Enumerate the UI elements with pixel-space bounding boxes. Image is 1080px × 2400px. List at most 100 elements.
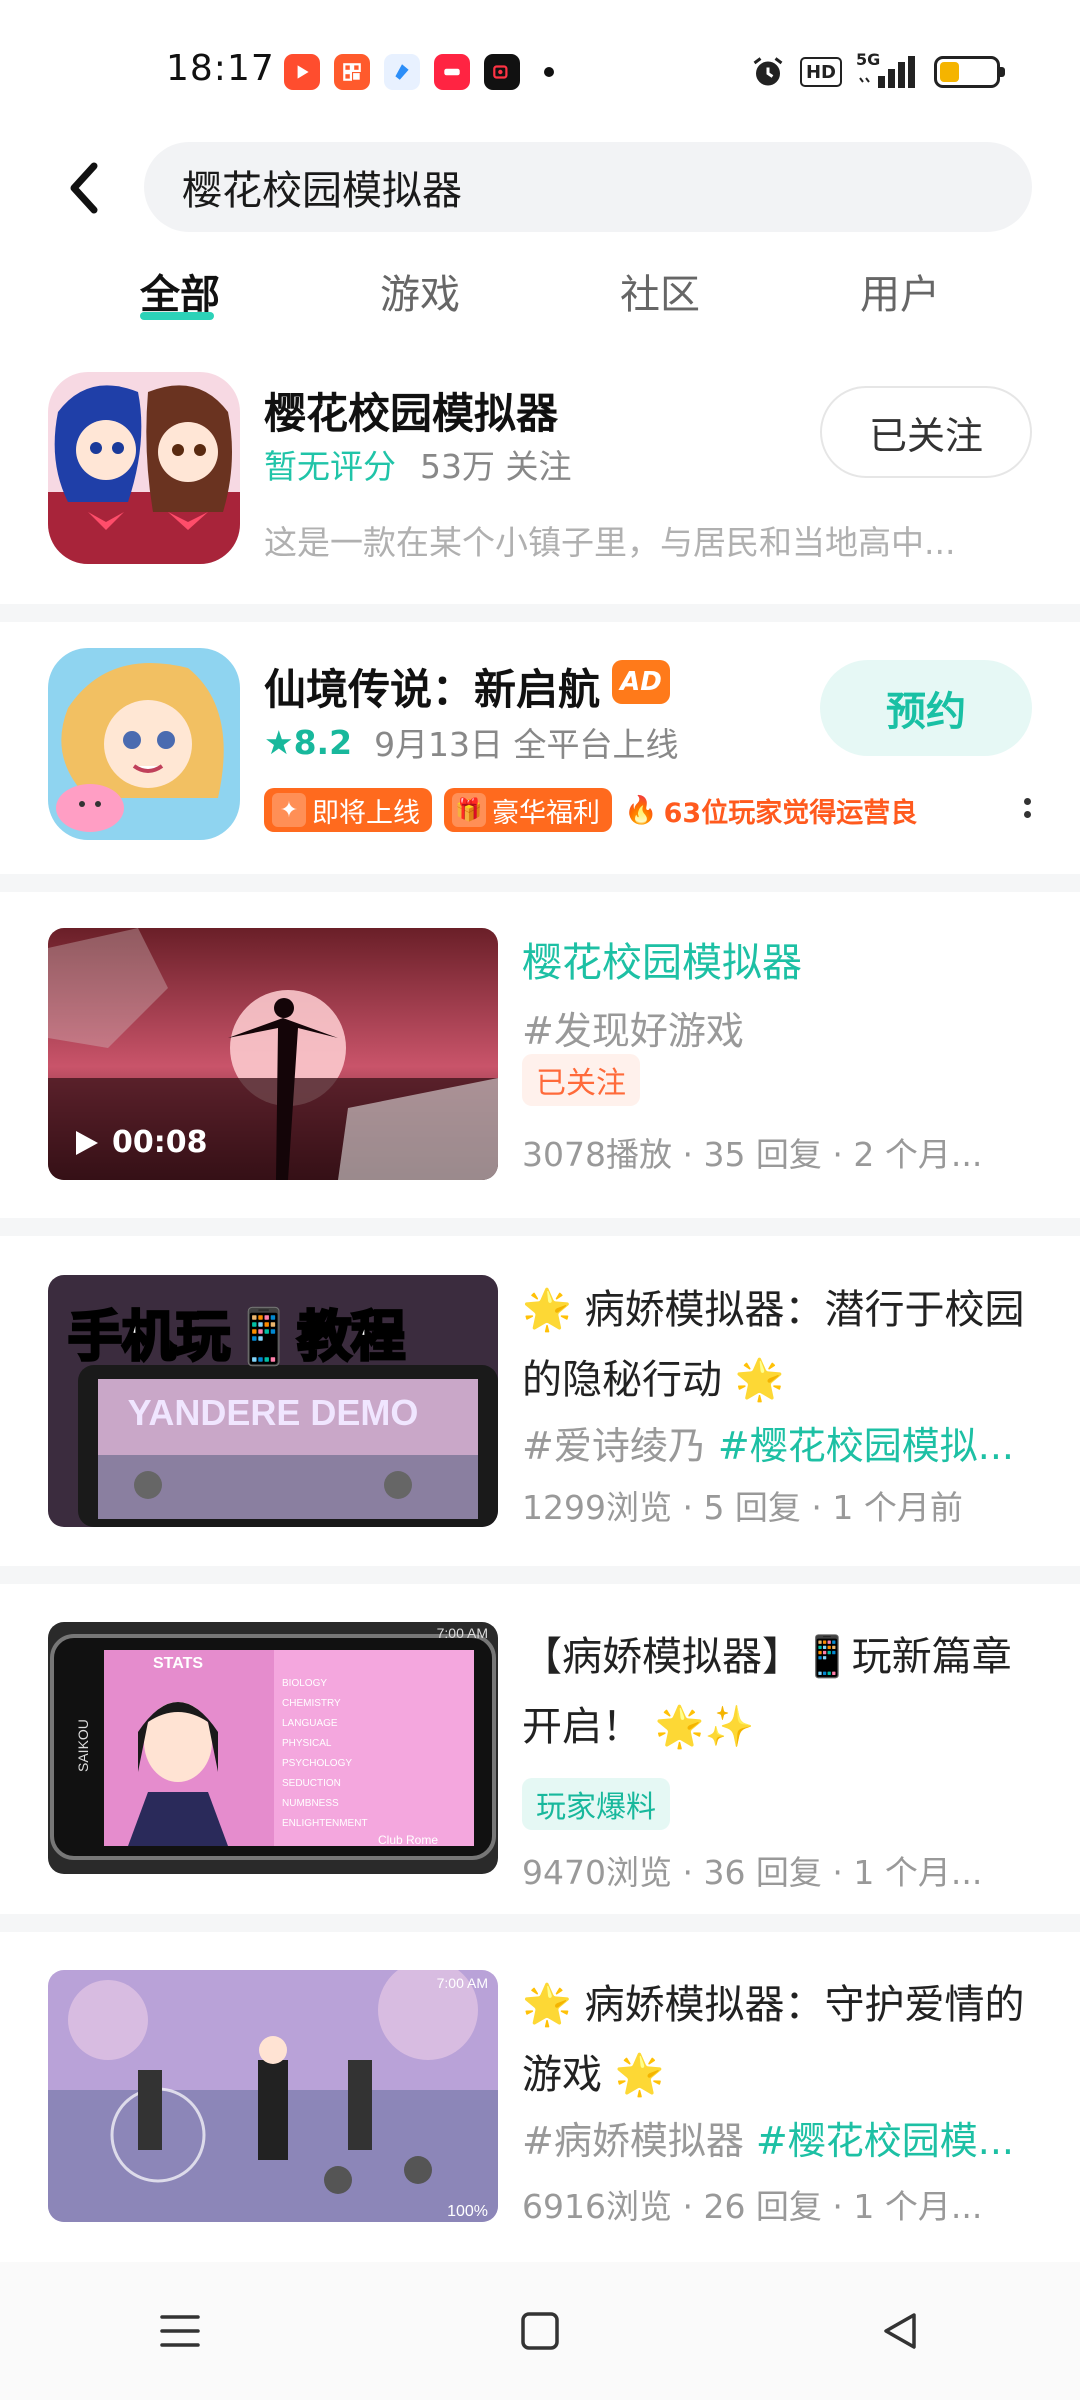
- post-card[interactable]: YANDERE DEMO 手机玩📱教程 🌟 病娇模拟器：潜行于校园的隐秘行动 🌟…: [0, 1275, 1080, 1601]
- highlight-tag[interactable]: #樱花校园模拟...: [718, 1424, 1014, 1468]
- system-nav-bar: [0, 2262, 1080, 2400]
- post-stats: 6916浏览 · 26 回复 · 1 个月...: [522, 2187, 983, 2226]
- post-card[interactable]: 7:00 AM 100% 🌟 病娇模拟器：守护爱情的游戏 🌟 #病娇模拟器 #樱…: [0, 1970, 1080, 2296]
- svg-text:NUMBNESS: NUMBNESS: [282, 1798, 339, 1809]
- thumb-zoom: 100%: [447, 2203, 488, 2220]
- gift-icon: 🎁: [452, 793, 486, 827]
- record-app-icon: [484, 54, 520, 90]
- grid-app-icon: [334, 54, 370, 90]
- video-thumbnail[interactable]: 00:08: [48, 928, 498, 1180]
- video-app-icon: [284, 54, 320, 90]
- post-stats: 9470浏览 · 36 回复 · 1 个月...: [522, 1853, 983, 1892]
- thumb-footer: Club Rome: [378, 1833, 438, 1847]
- game-followers: 53万 关注: [420, 447, 572, 486]
- home-button[interactable]: [480, 2281, 600, 2381]
- star-icon: ★: [264, 722, 294, 762]
- game-description: 这是一款在某个小镇子里，与居民和当地高中...: [264, 523, 956, 562]
- tab-users[interactable]: 用户: [820, 262, 980, 320]
- notification-icons: [284, 54, 554, 90]
- section-divider: [0, 874, 1080, 892]
- post-thumbnail[interactable]: YANDERE DEMO 手机玩📱教程: [48, 1275, 498, 1527]
- back-triangle-icon: [884, 2313, 916, 2349]
- post-stats: 1299浏览 · 5 回复 · 1 个月前: [522, 1488, 963, 1527]
- follow-button[interactable]: 已关注: [820, 386, 1032, 478]
- ad-score: ★8.2: [264, 722, 353, 762]
- reserve-button[interactable]: 预约: [820, 660, 1032, 756]
- post-card[interactable]: 00:08 樱花校园模拟器 #发现好游戏 已关注 3078播放 · 35 回复 …: [0, 928, 1080, 1254]
- ad-tag: 🎁 豪华福利: [444, 788, 612, 832]
- post-title[interactable]: 🌟 病娇模拟器：守护爱情的游戏 🌟: [522, 1970, 1042, 2110]
- post-card[interactable]: STATS BIOLOGY CHEMISTRY LANGUAGE PHYSICA…: [0, 1622, 1080, 1948]
- game-title[interactable]: 樱花校园模拟器: [264, 380, 558, 441]
- more-notifications-icon: [544, 67, 554, 77]
- tab-community[interactable]: 社区: [580, 262, 740, 320]
- search-query: 樱花校园模拟器: [182, 168, 462, 214]
- svg-text:ENLIGHTENMENT: ENLIGHTENMENT: [282, 1818, 368, 1829]
- signal-icon: 5G: [856, 50, 920, 90]
- ad-tag: ✦ 即将上线: [264, 788, 432, 832]
- ad-badge: AD: [612, 660, 670, 704]
- video-duration: 00:08: [74, 1125, 208, 1160]
- sparkle-icon: ✦: [272, 793, 306, 827]
- more-options-icon[interactable]: [1024, 798, 1034, 818]
- play-icon: [76, 1130, 98, 1155]
- hd-icon: HD: [799, 57, 842, 87]
- system-status: HD 5G: [750, 50, 1005, 90]
- back-arrow-icon: [70, 162, 98, 214]
- post-title[interactable]: 【病娇模拟器】📱玩新篇章开启！ 🌟✨: [522, 1622, 1042, 1762]
- section-divider: [0, 604, 1080, 622]
- ad-game-meta: ★8.2 9月13日 全平台上线: [264, 718, 679, 766]
- thumb-title-text: 手机玩📱教程: [68, 1305, 405, 1368]
- ad-tag: 🔥 63位玩家觉得运营良: [624, 788, 930, 832]
- battery-level: [940, 62, 959, 82]
- post-tags: #病娇模拟器 #樱花校园模...: [522, 2119, 1014, 2163]
- game-rating: 暂无评分: [264, 447, 396, 486]
- ad-game-card[interactable]: 仙境传说：新启航 AD ★8.2 9月13日 全平台上线 预约 ✦ 即将上线 🎁…: [0, 636, 1080, 876]
- post-title[interactable]: 🌟 病娇模拟器：潜行于校园的隐秘行动 🌟: [522, 1275, 1042, 1415]
- ad-release-date: 9月13日 全平台上线: [374, 725, 679, 764]
- post-thumbnail[interactable]: STATS BIOLOGY CHEMISTRY LANGUAGE PHYSICA…: [48, 1622, 498, 1874]
- highlight-tag[interactable]: #樱花校园模...: [756, 2119, 1014, 2163]
- back-nav-button[interactable]: [840, 2281, 960, 2381]
- post-thumbnail[interactable]: 7:00 AM 100%: [48, 1970, 498, 2222]
- blue-app-icon: [384, 54, 420, 90]
- fire-icon: 🔥: [624, 795, 658, 826]
- post-stats: 3078播放 · 35 回复 · 2 个月...: [522, 1135, 983, 1174]
- status-bar: 18:17 HD 5G: [0, 0, 1080, 140]
- svg-text:BIOLOGY: BIOLOGY: [282, 1678, 327, 1689]
- ad-game-icon[interactable]: [48, 648, 240, 840]
- svg-text:SEDUCTION: SEDUCTION: [282, 1778, 341, 1789]
- ad-game-title[interactable]: 仙境传说：新启航: [264, 656, 600, 717]
- section-divider: [0, 1218, 1080, 1236]
- recent-apps-button[interactable]: [120, 2281, 240, 2381]
- section-divider: [0, 1914, 1080, 1932]
- status-time: 18:17: [166, 48, 275, 89]
- thumb-side-label: SAIKOU: [75, 1719, 91, 1772]
- post-tags: #发现好游戏: [522, 1009, 744, 1053]
- svg-text:LANGUAGE: LANGUAGE: [282, 1718, 338, 1729]
- alarm-icon: [753, 57, 783, 86]
- thumb-sub-text: YANDERE DEMO: [128, 1392, 419, 1433]
- game-icon[interactable]: [48, 372, 240, 564]
- svg-text:PHYSICAL: PHYSICAL: [282, 1738, 332, 1749]
- tab-bar: 全部 游戏 社区 用户: [0, 262, 1080, 342]
- svg-text:PSYCHOLOGY: PSYCHOLOGY: [282, 1758, 352, 1769]
- followed-badge: 已关注: [522, 1054, 640, 1106]
- game-result-card[interactable]: 樱花校园模拟器 暂无评分 53万 关注 这是一款在某个小镇子里，与居民和当地高中…: [0, 360, 1080, 600]
- search-input[interactable]: 樱花校园模拟器: [144, 142, 1032, 232]
- svg-text:CHEMISTRY: CHEMISTRY: [282, 1698, 341, 1709]
- home-square-icon: [521, 2312, 559, 2350]
- section-divider: [0, 1566, 1080, 1584]
- menu-icon: [160, 2315, 200, 2347]
- xiaohongshu-app-icon: [434, 54, 470, 90]
- post-title[interactable]: 樱花校园模拟器: [522, 928, 1042, 998]
- tab-games[interactable]: 游戏: [340, 262, 500, 320]
- back-button[interactable]: [56, 150, 112, 226]
- thumb-stats-label: STATS: [153, 1655, 203, 1672]
- active-tab-indicator: [140, 312, 214, 320]
- post-tags: #爱诗绫乃 #樱花校园模拟...: [522, 1424, 1014, 1468]
- thumb-time: 7:00 AM: [437, 1625, 488, 1641]
- thumb-time: 7:00 AM: [437, 1975, 488, 1991]
- battery-icon: [934, 56, 1005, 88]
- game-meta: 暂无评分 53万 关注: [264, 440, 571, 488]
